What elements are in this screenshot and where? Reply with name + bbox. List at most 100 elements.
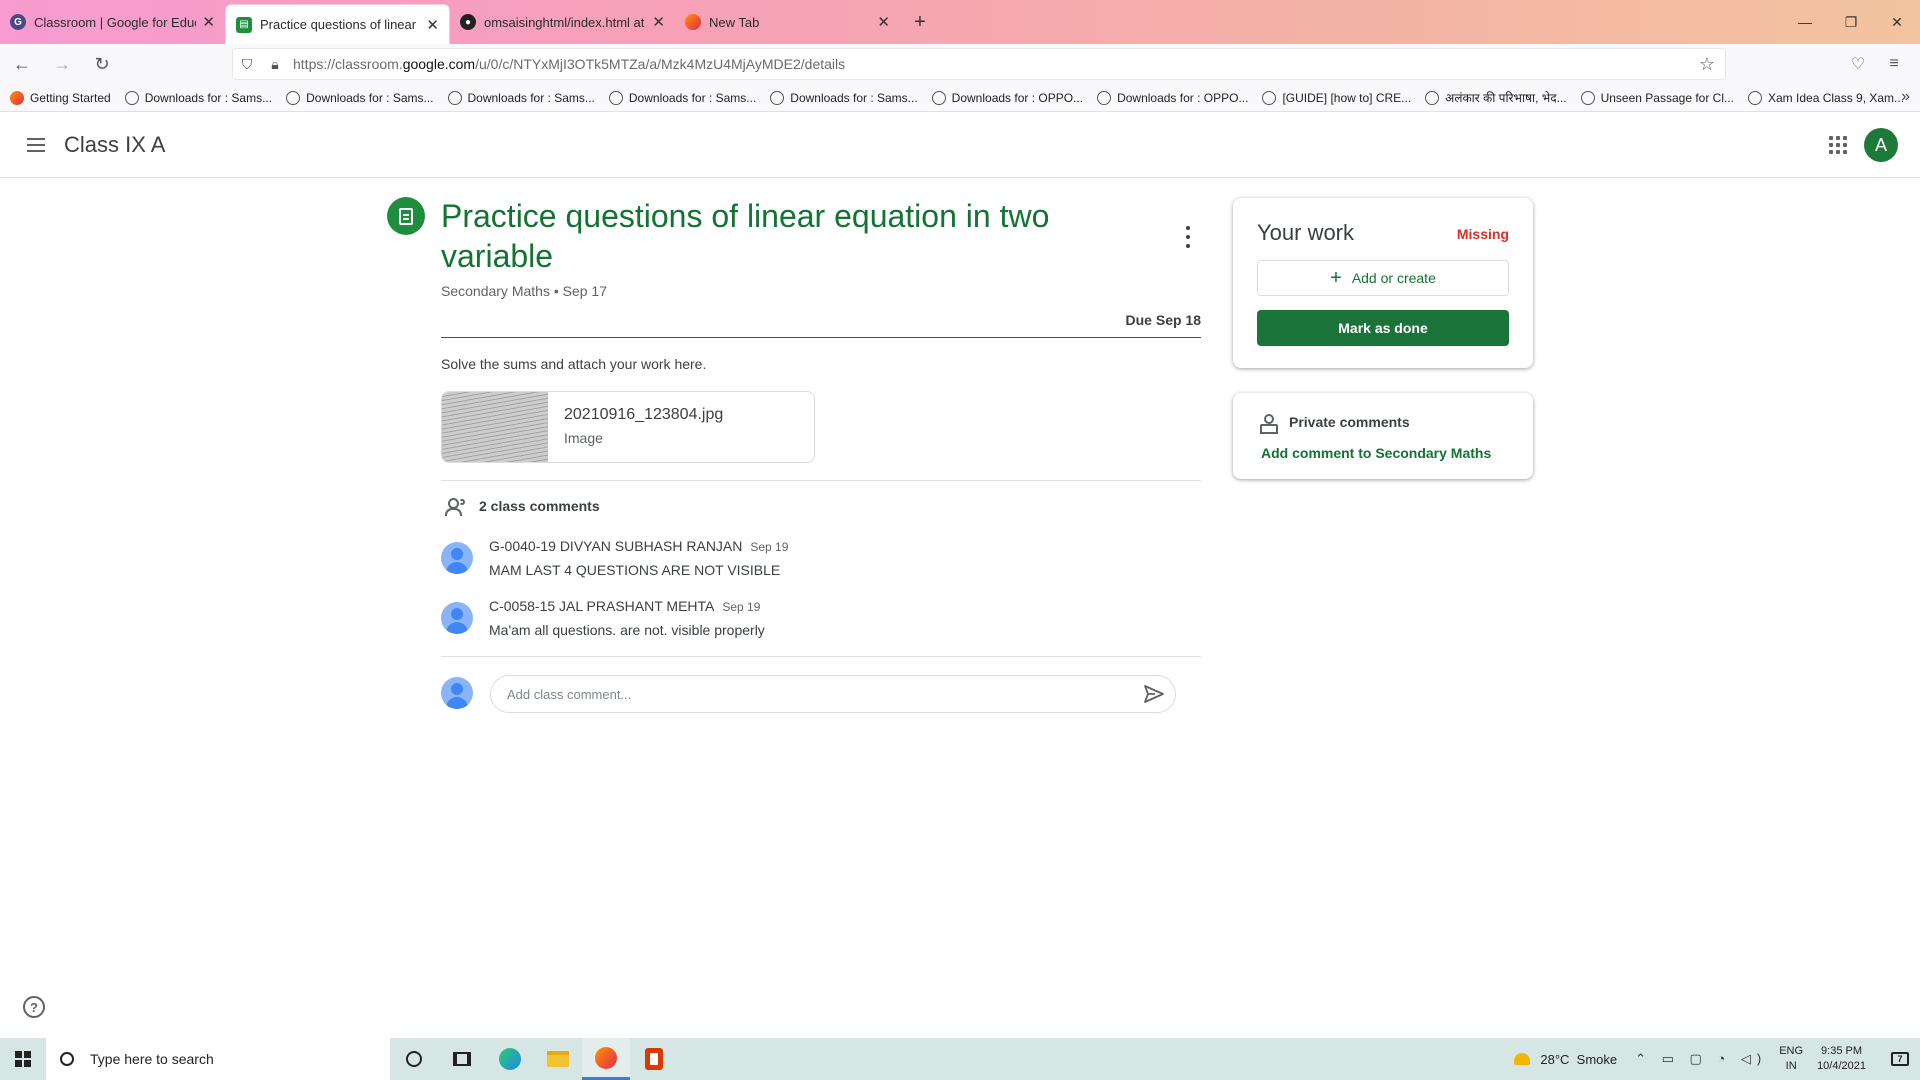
github-icon: ● (460, 14, 476, 30)
start-button[interactable] (0, 1038, 46, 1080)
file-explorer-taskbar-button[interactable] (534, 1038, 582, 1080)
region-code: IN (1785, 1060, 1797, 1072)
person-icon (1259, 413, 1278, 434)
browser-tab-assignment[interactable]: ▤ Practice questions of linear equ ✕ (225, 4, 450, 44)
browser-tab-classroom[interactable]: G Classroom | Google for Educati ✕ (0, 0, 225, 44)
bookmark-item[interactable]: अलंकार की परिभाषा, भेद... (1425, 89, 1567, 106)
bookmark-star-icon[interactable]: ☆ (1699, 54, 1715, 75)
account-avatar[interactable]: A (1864, 128, 1898, 162)
comment-author: C-0058-15 JAL PRASHANT MEHTA Sep 19 (489, 598, 761, 614)
classroom-header: Class IX A A (0, 112, 1920, 178)
classroom-assignment-icon: ▤ (236, 16, 252, 33)
firefox-icon (685, 14, 701, 30)
office-taskbar-button[interactable] (630, 1038, 678, 1080)
edge-icon (499, 1048, 521, 1070)
close-window-icon[interactable]: ✕ (1874, 0, 1920, 44)
attachment-card[interactable]: 20210916_123804.jpg Image (441, 391, 815, 463)
bookmark-item[interactable]: Getting Started (10, 90, 111, 105)
restore-icon[interactable]: ❐ (1828, 0, 1874, 44)
assignment-meta: Secondary Maths • Sep 17 (441, 283, 607, 299)
attachment-thumbnail[interactable] (442, 392, 548, 462)
more-options-icon[interactable] (1180, 226, 1196, 248)
bookmark-item[interactable]: Downloads for : Sams... (286, 90, 434, 105)
close-tab-icon[interactable]: ✕ (426, 16, 439, 34)
plus-icon: + (1330, 266, 1342, 289)
input-language[interactable]: ENG IN (1779, 1044, 1803, 1074)
edge-taskbar-button[interactable] (486, 1038, 534, 1080)
bookmark-item[interactable]: Downloads for : Sams... (447, 90, 595, 105)
user-avatar-icon (441, 602, 473, 634)
weather-icon (1514, 1053, 1531, 1065)
taskbar-search-placeholder: Type here to search (90, 1051, 214, 1067)
cortana-button[interactable] (390, 1038, 438, 1080)
close-tab-icon[interactable]: ✕ (652, 13, 665, 31)
bookmark-item[interactable]: Unseen Passage for Cl... (1580, 90, 1734, 105)
globe-icon (286, 90, 301, 105)
class-comment-input[interactable] (507, 676, 1107, 712)
pocket-icon[interactable]: ♡ (1840, 48, 1876, 80)
task-view-button[interactable] (438, 1038, 486, 1080)
shield-icon[interactable]: ⛉ (233, 56, 261, 73)
office-icon (645, 1048, 663, 1070)
url-text[interactable]: https://classroom.google.com/u/0/c/NTYxM… (293, 56, 845, 72)
minimize-icon[interactable]: — (1782, 0, 1828, 44)
search-icon (60, 1052, 74, 1066)
divider (441, 480, 1201, 481)
class-comments-heading[interactable]: 2 class comments (445, 497, 600, 516)
browser-tab-github[interactable]: ● omsaisinghtml/index.html at m ✕ (450, 0, 675, 44)
tab-title: Classroom | Google for Educati (34, 14, 197, 30)
current-user-avatar-wrap (441, 673, 485, 717)
forward-arrow-icon[interactable]: → (44, 46, 80, 82)
menu-icon[interactable]: ≡ (1876, 48, 1912, 80)
notifications-button[interactable]: 7 (1880, 1038, 1920, 1080)
main-menu-icon[interactable] (12, 121, 60, 169)
due-date: Due Sep 18 (1125, 312, 1201, 328)
add-private-comment-link[interactable]: Add comment to Secondary Maths (1261, 445, 1491, 461)
weather-widget[interactable]: 28°C Smoke (1514, 1052, 1617, 1067)
globe-icon (447, 90, 462, 105)
bookmark-item[interactable]: Xam Idea Class 9, Xam... (1748, 90, 1904, 105)
google-apps-icon[interactable] (1826, 133, 1850, 157)
tab-title: omsaisinghtml/index.html at m (484, 14, 647, 30)
add-or-create-button[interactable]: + Add or create (1257, 260, 1509, 296)
bookmark-item[interactable]: [GUIDE] [how to] CRE... (1262, 90, 1411, 105)
google-icon: G (10, 14, 26, 30)
class-name[interactable]: Class IX A (64, 132, 165, 158)
bookmark-item[interactable]: Downloads for : Sams... (124, 90, 272, 105)
tray-icons[interactable]: ⌃ ▭ ▢ ◔ ◁) (1635, 1051, 1767, 1067)
bookmark-item[interactable]: Downloads for : OPPO... (931, 90, 1083, 105)
folder-icon (547, 1051, 569, 1067)
new-tab-button[interactable]: + (900, 0, 940, 44)
close-tab-icon[interactable]: ✕ (202, 13, 215, 31)
browser-nav-bar: ← → ↻ ⛉ 🔒︎ https://classroom.google.com/… (0, 44, 1920, 84)
send-icon[interactable] (1143, 684, 1165, 704)
help-icon[interactable]: ? (23, 996, 45, 1018)
bookmark-item[interactable]: Downloads for : OPPO... (1097, 90, 1248, 105)
bookmark-item[interactable]: Downloads for : Sams... (770, 90, 918, 105)
people-icon (445, 497, 469, 516)
firefox-taskbar-button[interactable] (582, 1038, 630, 1080)
lock-icon[interactable]: 🔒︎ (261, 56, 289, 73)
close-tab-icon[interactable]: ✕ (877, 13, 890, 31)
mark-as-done-button[interactable]: Mark as done (1257, 310, 1509, 346)
attachment-name[interactable]: 20210916_123804.jpg (564, 406, 723, 424)
reload-icon[interactable]: ↻ (84, 46, 120, 82)
windows-logo-icon (15, 1051, 31, 1067)
user-avatar-icon (441, 677, 473, 709)
assignment-instructions: Solve the sums and attach your work here… (441, 356, 707, 372)
comment-text: MAM LAST 4 QUESTIONS ARE NOT VISIBLE (489, 562, 781, 578)
system-clock[interactable]: 9:35 PM 10/4/2021 (1817, 1044, 1866, 1074)
browser-tab-newtab[interactable]: New Tab ✕ (675, 0, 900, 44)
bookmarks-overflow-icon[interactable]: » (1901, 88, 1910, 106)
taskbar-search[interactable]: Type here to search (46, 1038, 390, 1080)
url-bar[interactable]: ⛉ 🔒︎ https://classroom.google.com/u/0/c/… (232, 48, 1726, 80)
assignment-title: Practice questions of linear equation in… (441, 198, 1050, 274)
globe-icon (1425, 90, 1440, 105)
bookmark-item[interactable]: Downloads for : Sams... (608, 90, 756, 105)
class-comment-box[interactable] (490, 675, 1176, 713)
clock-date: 10/4/2021 (1817, 1060, 1866, 1072)
toolbar-right: ♡ ≡ (1840, 48, 1912, 80)
clock-time: 9:35 PM (1821, 1045, 1863, 1057)
back-arrow-icon[interactable]: ← (4, 46, 40, 82)
notification-icon: 7 (1891, 1052, 1909, 1066)
